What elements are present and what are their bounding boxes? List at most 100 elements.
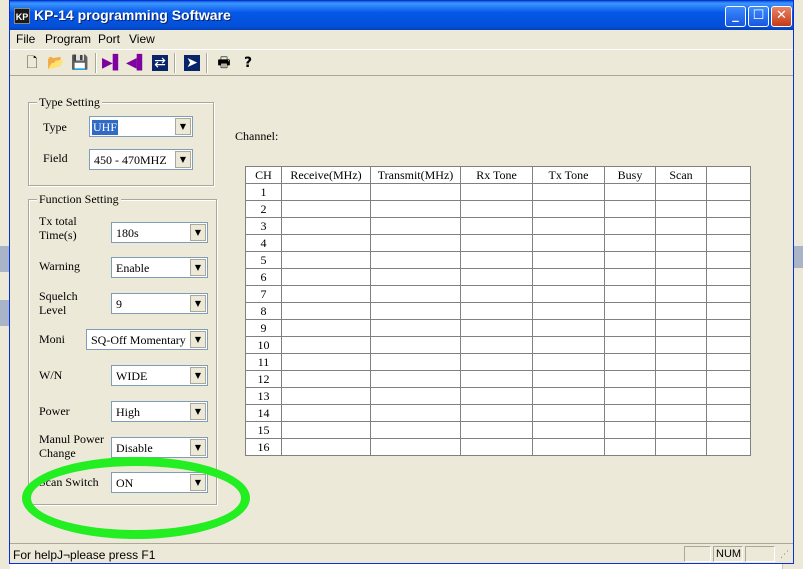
- table-cell[interactable]: [460, 302, 533, 320]
- table-cell[interactable]: [604, 285, 656, 303]
- table-row[interactable]: 11: [245, 353, 751, 371]
- table-cell[interactable]: [604, 319, 656, 337]
- table-cell[interactable]: [604, 353, 656, 371]
- table-cell[interactable]: [532, 353, 605, 371]
- write-radio-button[interactable]: ◀▌: [126, 53, 148, 73]
- table-cell[interactable]: [281, 234, 371, 252]
- table-cell[interactable]: [655, 268, 707, 286]
- table-cell[interactable]: [655, 285, 707, 303]
- chevron-down-icon[interactable]: ▼: [190, 295, 206, 312]
- squelch-level-select[interactable]: 9 ▼: [111, 293, 208, 314]
- table-cell[interactable]: [460, 200, 533, 218]
- table-row[interactable]: 9: [245, 319, 751, 337]
- table-cell[interactable]: [281, 268, 371, 286]
- table-cell[interactable]: [460, 268, 533, 286]
- clone-button[interactable]: ⇄: [150, 53, 170, 73]
- table-row[interactable]: 4: [245, 234, 751, 252]
- table-cell[interactable]: [604, 217, 656, 235]
- table-cell[interactable]: [706, 217, 751, 235]
- table-cell[interactable]: [281, 421, 371, 439]
- table-cell[interactable]: [460, 234, 533, 252]
- table-cell[interactable]: [370, 404, 461, 422]
- table-cell[interactable]: [460, 421, 533, 439]
- chevron-down-icon[interactable]: ▼: [190, 474, 206, 491]
- table-row[interactable]: 1: [245, 183, 751, 201]
- table-cell[interactable]: [706, 319, 751, 337]
- table-cell[interactable]: [460, 387, 533, 405]
- menu-program[interactable]: Program: [45, 32, 91, 46]
- table-row[interactable]: 3: [245, 217, 751, 235]
- table-cell[interactable]: [706, 353, 751, 371]
- title-bar[interactable]: KP KP-14 programming Software _ ☐ ✕: [10, 1, 793, 30]
- scan-switch-select[interactable]: ON ▼: [111, 472, 208, 493]
- column-header[interactable]: CH: [245, 166, 282, 184]
- table-cell[interactable]: [655, 200, 707, 218]
- table-cell[interactable]: [532, 404, 605, 422]
- table-cell[interactable]: [281, 285, 371, 303]
- table-cell[interactable]: [460, 438, 533, 456]
- table-cell[interactable]: [281, 387, 371, 405]
- table-cell[interactable]: [532, 336, 605, 354]
- table-cell[interactable]: [604, 251, 656, 269]
- table-cell[interactable]: [370, 217, 461, 235]
- minimize-button[interactable]: _: [725, 6, 746, 27]
- open-button[interactable]: 📂: [46, 53, 66, 73]
- table-cell[interactable]: [281, 302, 371, 320]
- table-cell[interactable]: [532, 319, 605, 337]
- table-cell[interactable]: [706, 302, 751, 320]
- table-cell[interactable]: [460, 336, 533, 354]
- table-cell[interactable]: [604, 268, 656, 286]
- menu-file[interactable]: File: [16, 32, 35, 46]
- table-row[interactable]: 2: [245, 200, 751, 218]
- table-cell[interactable]: [532, 387, 605, 405]
- table-cell[interactable]: [532, 370, 605, 388]
- table-cell[interactable]: [706, 268, 751, 286]
- table-cell[interactable]: [281, 319, 371, 337]
- table-cell[interactable]: [604, 387, 656, 405]
- chevron-down-icon[interactable]: ▼: [190, 224, 206, 241]
- table-cell[interactable]: [706, 234, 751, 252]
- table-cell[interactable]: [370, 200, 461, 218]
- table-cell[interactable]: [655, 387, 707, 405]
- table-cell[interactable]: [604, 234, 656, 252]
- table-cell[interactable]: [706, 404, 751, 422]
- maximize-button[interactable]: ☐: [748, 6, 769, 27]
- table-cell[interactable]: [281, 251, 371, 269]
- table-cell[interactable]: [460, 370, 533, 388]
- column-header[interactable]: Scan: [655, 166, 707, 184]
- table-cell[interactable]: [370, 319, 461, 337]
- column-header[interactable]: [706, 166, 751, 184]
- table-cell[interactable]: [281, 438, 371, 456]
- chevron-down-icon[interactable]: ▼: [175, 151, 191, 168]
- close-button[interactable]: ✕: [771, 6, 792, 27]
- menu-view[interactable]: View: [129, 32, 155, 46]
- table-cell[interactable]: [460, 353, 533, 371]
- table-cell[interactable]: [281, 370, 371, 388]
- table-cell[interactable]: [604, 302, 656, 320]
- moni-select[interactable]: SQ-Off Momentary ▼: [86, 329, 208, 350]
- table-cell[interactable]: [460, 217, 533, 235]
- table-cell[interactable]: [370, 370, 461, 388]
- table-cell[interactable]: [706, 438, 751, 456]
- table-cell[interactable]: [604, 200, 656, 218]
- table-cell[interactable]: [532, 438, 605, 456]
- table-cell[interactable]: [655, 217, 707, 235]
- table-cell[interactable]: [706, 387, 751, 405]
- menu-port[interactable]: Port: [98, 32, 120, 46]
- table-cell[interactable]: [655, 404, 707, 422]
- chevron-down-icon[interactable]: ▼: [190, 331, 206, 348]
- table-cell[interactable]: [655, 234, 707, 252]
- table-cell[interactable]: [655, 336, 707, 354]
- table-row[interactable]: 7: [245, 285, 751, 303]
- table-cell[interactable]: [370, 387, 461, 405]
- power-select[interactable]: High ▼: [111, 401, 208, 422]
- table-row[interactable]: 12: [245, 370, 751, 388]
- table-cell[interactable]: [655, 183, 707, 201]
- table-cell[interactable]: [370, 268, 461, 286]
- print-button[interactable]: 🖶: [214, 53, 234, 73]
- table-cell[interactable]: [281, 404, 371, 422]
- table-cell[interactable]: [281, 217, 371, 235]
- table-cell[interactable]: [281, 353, 371, 371]
- table-cell[interactable]: [370, 234, 461, 252]
- table-row[interactable]: 16: [245, 438, 751, 456]
